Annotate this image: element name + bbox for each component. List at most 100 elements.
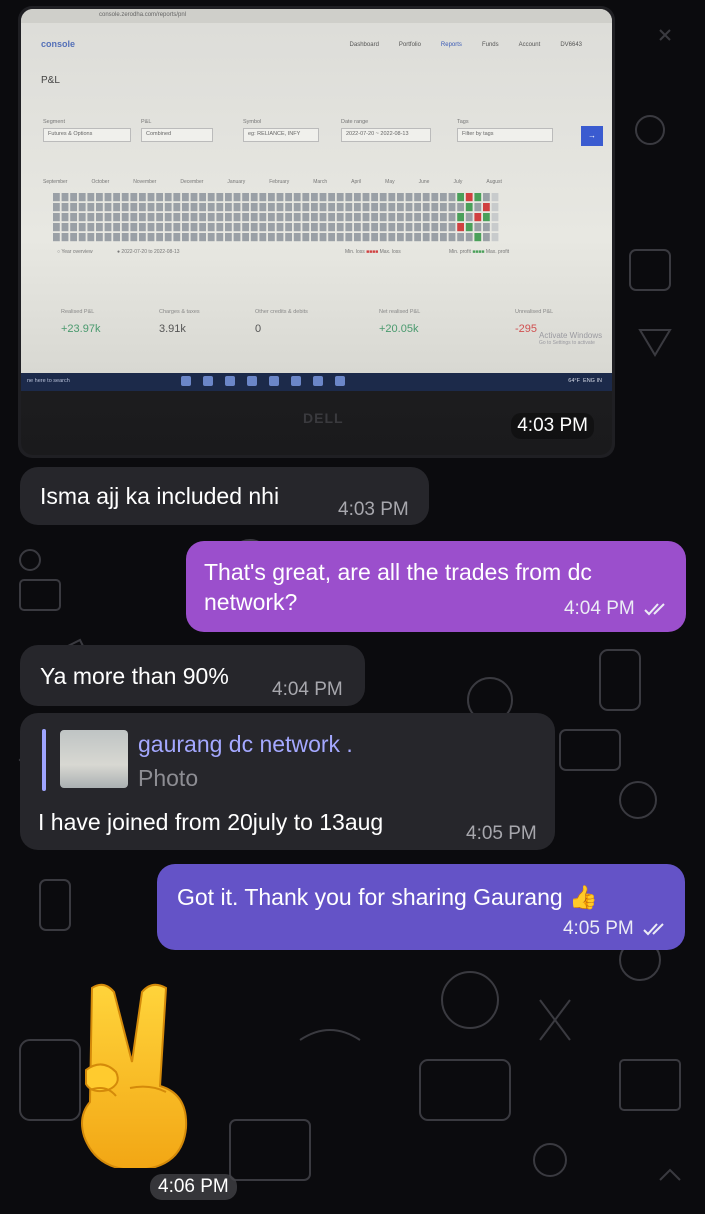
heatmap-cell bbox=[371, 193, 378, 202]
heatmap-cell bbox=[362, 223, 370, 232]
heatmap-cell bbox=[491, 203, 499, 212]
incoming-reply-message[interactable]: gaurang dc network . Photo I have joined… bbox=[20, 713, 555, 850]
incoming-message[interactable]: Ya more than 90% 4:04 PM bbox=[20, 645, 365, 706]
heatmap-cell bbox=[164, 213, 172, 222]
stat-net-realised: Net realised P&L +20.05k bbox=[379, 309, 420, 335]
heatmap-cell bbox=[293, 203, 301, 212]
heatmap-cell bbox=[259, 223, 267, 232]
heatmap-cell bbox=[70, 223, 77, 232]
taskbar-search: ne here to search bbox=[27, 378, 70, 384]
heatmap-cell bbox=[422, 193, 430, 202]
heatmap-cell bbox=[319, 193, 327, 202]
victory-hand-sticker[interactable] bbox=[72, 978, 196, 1168]
heatmap-cell bbox=[96, 193, 103, 202]
heatmap-cell bbox=[311, 193, 318, 202]
heatmap-cell bbox=[422, 223, 430, 232]
legend-label: Year overview bbox=[61, 249, 93, 255]
heatmap-cell bbox=[431, 213, 439, 222]
thumbs-up-emoji: 👍 bbox=[569, 884, 598, 910]
heatmap-cell bbox=[121, 223, 129, 232]
nav-reports: Reports bbox=[440, 42, 462, 48]
reply-author[interactable]: gaurang dc network . bbox=[138, 729, 353, 759]
message-time: 4:04 PM bbox=[272, 679, 343, 700]
heatmap-months: September October November December Janu… bbox=[43, 179, 502, 185]
heatmap-cell bbox=[182, 193, 189, 202]
heatmap-cell bbox=[199, 233, 206, 242]
heatmap-cell bbox=[216, 233, 224, 242]
heatmap-cell bbox=[233, 233, 241, 242]
heatmap-cell bbox=[431, 233, 439, 242]
heatmap-cell bbox=[474, 213, 482, 222]
heatmap-cell bbox=[87, 213, 95, 222]
double-check-icon bbox=[643, 923, 664, 936]
outgoing-message[interactable]: Got it. Thank you for sharing Gaurang 👍 … bbox=[157, 864, 685, 950]
heatmap-cell bbox=[96, 203, 103, 212]
heatmap-cell bbox=[104, 193, 112, 202]
heatmap-cell bbox=[147, 193, 155, 202]
heatmap-cell bbox=[156, 203, 163, 212]
incoming-message[interactable]: Isma ajj ka included nhi 4:03 PM bbox=[20, 467, 429, 525]
date-value: 2022-07-20 ~ 2022-08-13 bbox=[341, 128, 431, 142]
heatmap-cell bbox=[130, 203, 138, 212]
heatmap-cell bbox=[70, 203, 77, 212]
heatmap-cell bbox=[302, 203, 310, 212]
heatmap-cell bbox=[250, 203, 258, 212]
heatmap-cell bbox=[190, 233, 198, 242]
heatmap-cell bbox=[242, 203, 249, 212]
heatmap-cell bbox=[130, 223, 138, 232]
heatmap-cell bbox=[397, 193, 404, 202]
heatmap-cell bbox=[414, 213, 421, 222]
heatmap-cell bbox=[121, 233, 129, 242]
legend-profit: Min. profit ■■■■ Max. profit bbox=[449, 249, 510, 255]
heatmap-cell bbox=[345, 233, 353, 242]
heatmap-cell bbox=[285, 223, 292, 232]
heatmap-cell bbox=[448, 213, 456, 222]
heatmap-cell bbox=[130, 233, 138, 242]
heatmap-cell bbox=[53, 213, 60, 222]
heatmap-cell bbox=[173, 223, 181, 232]
heatmap-cell bbox=[354, 193, 361, 202]
heatmap-cell bbox=[302, 193, 310, 202]
heatmap-cell bbox=[70, 193, 77, 202]
photo-message[interactable]: console.zerodha.com/reports/pnl console … bbox=[18, 6, 615, 458]
heatmap-cell bbox=[431, 193, 439, 202]
heatmap-cell bbox=[345, 223, 353, 232]
pl-filter-label: P&L bbox=[141, 119, 152, 125]
stat-value: 0 bbox=[255, 323, 262, 335]
month-label: May bbox=[385, 179, 395, 185]
heatmap-cell bbox=[147, 213, 155, 222]
heatmap-cell bbox=[336, 223, 344, 232]
heatmap-cell bbox=[483, 233, 490, 242]
message-text: Isma ajj ka included nhi bbox=[40, 483, 280, 509]
heatmap-cell bbox=[139, 193, 146, 202]
app-icon bbox=[291, 376, 301, 386]
heatmap-cell bbox=[250, 193, 258, 202]
heatmap-cell bbox=[139, 223, 146, 232]
heatmap-cell bbox=[199, 213, 206, 222]
heatmap-cell bbox=[173, 213, 181, 222]
heatmap-cell bbox=[354, 233, 361, 242]
browser-url-bar: console.zerodha.com/reports/pnl bbox=[21, 9, 612, 23]
heatmap-cell bbox=[397, 203, 404, 212]
heatmap-cell bbox=[336, 213, 344, 222]
watermark-sub: Go to Settings to activate bbox=[539, 340, 595, 346]
heatmap-cell bbox=[311, 203, 318, 212]
heatmap-cell bbox=[87, 223, 95, 232]
heatmap-cell bbox=[311, 233, 318, 242]
heatmap-cell bbox=[216, 193, 224, 202]
heatmap-cell bbox=[328, 233, 335, 242]
heatmap-cell bbox=[61, 223, 69, 232]
heatmap-cell bbox=[242, 223, 249, 232]
heatmap-cell bbox=[302, 213, 310, 222]
reply-type: Photo bbox=[138, 765, 199, 791]
heatmap-cell bbox=[379, 203, 387, 212]
reply-photo-thumbnail[interactable] bbox=[60, 730, 128, 788]
segment-value: Futures & Options bbox=[43, 128, 131, 142]
photo[interactable]: console.zerodha.com/reports/pnl console … bbox=[21, 9, 612, 455]
heatmap-cell bbox=[268, 193, 275, 202]
heatmap-cell bbox=[440, 213, 447, 222]
heatmap-cell bbox=[53, 233, 60, 242]
outgoing-message[interactable]: That's great, are all the trades from dc… bbox=[186, 541, 686, 632]
heatmap-cell bbox=[276, 203, 284, 212]
message-time: 4:03 PM bbox=[338, 499, 409, 520]
